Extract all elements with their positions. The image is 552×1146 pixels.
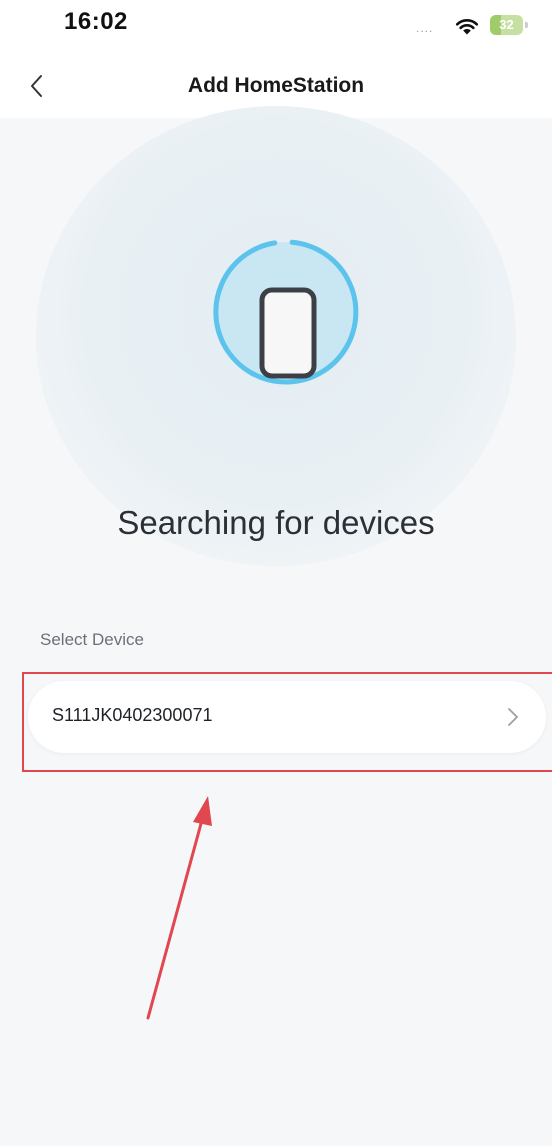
phone-icon bbox=[259, 287, 317, 379]
wifi-icon bbox=[455, 19, 479, 35]
screen: 16:02 .... 32 Add HomeStation Searching … bbox=[0, 0, 552, 1146]
select-device-label: Select Device bbox=[40, 630, 144, 649]
battery-body: 32 bbox=[490, 15, 523, 35]
search-status-text: Searching for devices bbox=[117, 504, 435, 541]
battery-percent: 32 bbox=[499, 17, 514, 32]
battery-icon: 32 bbox=[490, 15, 530, 35]
status-time: 16:02 bbox=[64, 8, 128, 35]
search-radar-illustration bbox=[213, 239, 359, 385]
battery-tip bbox=[525, 22, 528, 28]
status-bar: 16:02 .... 32 bbox=[0, 0, 552, 56]
highlight-annotation-box bbox=[22, 672, 552, 772]
cellular-signal-icon: .... bbox=[416, 21, 434, 35]
page-title: Add HomeStation bbox=[187, 74, 365, 97]
